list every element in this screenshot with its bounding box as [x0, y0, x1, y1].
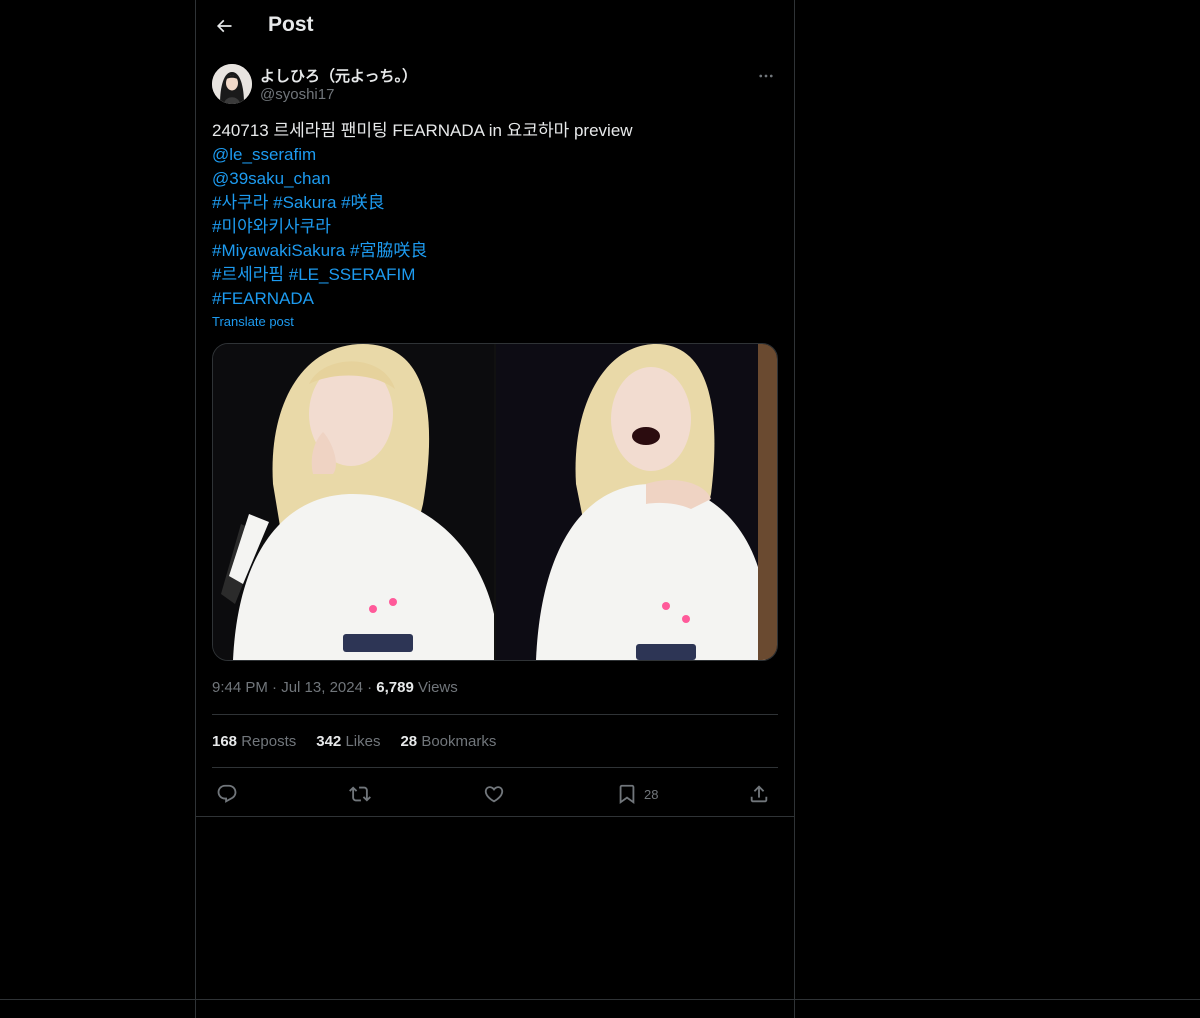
post-meta: 9:44 PM · Jul 13, 2024 · 6,789 Views	[212, 679, 458, 696]
reposts-label: Reposts	[241, 733, 297, 750]
heart-icon	[484, 786, 504, 803]
like-button[interactable]	[483, 780, 505, 808]
bookmarks-label: Bookmarks	[421, 733, 497, 750]
hashtag-link[interactable]: #Sakura	[273, 193, 336, 212]
hashtag-link[interactable]: #르세라핌	[212, 265, 284, 284]
bookmarks-count: 28	[400, 733, 418, 750]
photo-image	[213, 344, 494, 660]
hashtag-link[interactable]: #MiyawakiSakura	[212, 241, 345, 260]
photo-image	[496, 344, 777, 660]
action-bar: 28	[212, 780, 778, 808]
bookmark-icon	[619, 784, 635, 805]
post-stats: 168 Reposts 342 Likes 28 Bookmarks	[212, 733, 496, 750]
reposts-count: 168	[212, 733, 238, 750]
post-text-line: 240713 르세라핌 팬미팅 FEARNADA in 요코하마 preview	[212, 121, 633, 140]
post-time[interactable]: 9:44 PM	[212, 679, 268, 696]
reply-icon	[217, 784, 237, 803]
reply-button[interactable]	[216, 780, 238, 808]
hashtag-link[interactable]: #LE_SSERAFIM	[289, 265, 416, 284]
post-date[interactable]: Jul 13, 2024	[281, 679, 363, 696]
hashtag-link[interactable]: #미야와키사쿠라	[212, 217, 331, 236]
views-count: 6,789	[376, 679, 414, 696]
divider	[212, 767, 778, 768]
views-label: Views	[418, 679, 458, 696]
hashtag-link[interactable]: #宮脇咲良	[350, 241, 427, 260]
arrow-left-icon	[216, 19, 232, 33]
meta-separator: ·	[367, 679, 373, 696]
post-text: 240713 르세라핌 팬미팅 FEARNADA in 요코하마 preview…	[212, 119, 778, 311]
bookmark-count: 28	[644, 786, 659, 802]
divider	[212, 714, 778, 715]
primary-column: Post よしひろ（元よっち。） @syoshi17 240713 르세라핌 팬…	[195, 0, 795, 1018]
hashtag-link[interactable]: #咲良	[341, 193, 384, 212]
mention-link[interactable]: @39saku_chan	[212, 169, 330, 188]
more-options-button[interactable]	[754, 64, 778, 88]
share-icon	[750, 785, 768, 803]
likes-count: 342	[316, 733, 342, 750]
ellipsis-icon	[759, 74, 773, 78]
bookmark-button[interactable]: 28	[616, 780, 658, 808]
avatar[interactable]	[212, 64, 252, 104]
repost-icon	[349, 786, 371, 802]
reposts-stat[interactable]: 168 Reposts	[212, 733, 296, 750]
author-handle[interactable]: @syoshi17	[260, 86, 334, 103]
likes-label: Likes	[345, 733, 381, 750]
media-photo-2[interactable]	[496, 344, 777, 660]
author-display-name[interactable]: よしひろ（元よっち。）	[260, 65, 417, 86]
hashtag-link[interactable]: #FEARNADA	[212, 289, 314, 308]
post-bottom-border	[196, 816, 794, 817]
post-header: Post	[196, 0, 794, 54]
share-button[interactable]	[748, 780, 770, 808]
avatar-image	[212, 64, 252, 104]
hashtag-link[interactable]: #사쿠라	[212, 193, 268, 212]
meta-separator: ·	[272, 679, 278, 696]
mention-link[interactable]: @le_sserafim	[212, 145, 316, 164]
media-photo-1[interactable]	[213, 344, 494, 660]
author-row: よしひろ（元よっち。） @syoshi17	[212, 64, 778, 108]
back-button[interactable]	[207, 9, 241, 43]
likes-stat[interactable]: 342 Likes	[316, 733, 380, 750]
page-title: Post	[268, 13, 314, 36]
media-grid	[212, 343, 778, 661]
bookmarks-stat[interactable]: 28 Bookmarks	[400, 733, 496, 750]
translate-post-link[interactable]: Translate post	[212, 314, 294, 329]
repost-button[interactable]	[349, 780, 371, 808]
